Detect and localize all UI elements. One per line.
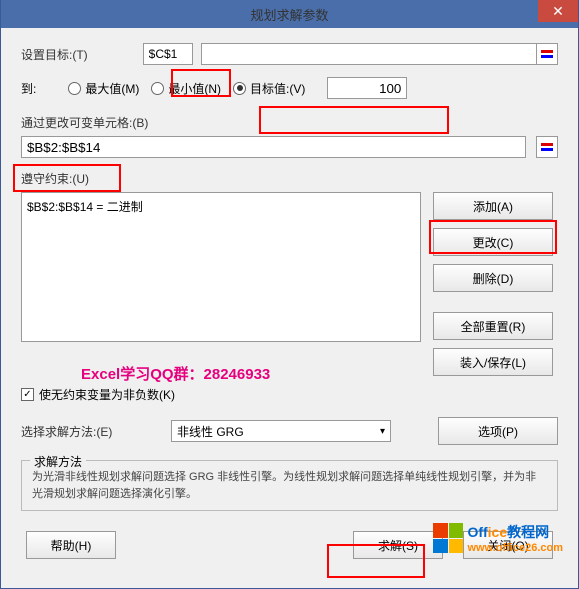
method-select[interactable]: 非线性 GRG ▾ <box>171 420 391 442</box>
set-target-wide-input[interactable] <box>201 43 546 65</box>
radio-min[interactable] <box>151 82 164 95</box>
radio-min-label: 最小值(N) <box>168 80 221 97</box>
office26-watermark: OffOffice教程网ice教程网 www.office26.com <box>433 522 563 554</box>
method-label: 选择求解方法:(E) <box>21 423 161 440</box>
target-value-input[interactable] <box>327 77 407 99</box>
method-description-text: 为光滑非线性规划求解问题选择 GRG 非线性引擎。为线性规划求解问题选择单纯线性… <box>32 469 547 502</box>
method-description-group: 求解方法 为光滑非线性规划求解问题选择 GRG 非线性引擎。为线性规划求解问题选… <box>21 460 558 511</box>
grid-ref-icon <box>541 143 553 151</box>
chevron-down-icon: ▾ <box>380 426 385 437</box>
close-icon: ✕ <box>552 3 564 20</box>
delete-button[interactable]: 删除(D) <box>433 264 553 292</box>
nonneg-checkbox[interactable]: ✓ <box>21 388 34 401</box>
radio-max-label: 最大值(M) <box>85 80 139 97</box>
change-var-input[interactable] <box>21 136 526 158</box>
constraint-item[interactable]: $B$2:$B$14 = 二进制 <box>27 198 415 215</box>
constraints-list[interactable]: $B$2:$B$14 = 二进制 <box>21 192 421 342</box>
radio-target-label: 目标值:(V) <box>250 80 305 97</box>
qq-watermark: Excel学习QQ群：28246933 <box>81 363 270 384</box>
close-button[interactable]: ✕ <box>538 0 578 22</box>
solve-button[interactable]: 求解(S) <box>353 531 443 559</box>
help-button[interactable]: 帮助(H) <box>26 531 116 559</box>
change-var-ref-button[interactable] <box>536 136 558 158</box>
change-var-label: 通过更改可变单元格:(B) <box>21 114 558 131</box>
constraints-label: 遵守约束:(U) <box>21 170 558 187</box>
method-description-title: 求解方法 <box>30 453 86 470</box>
titlebar: 规划求解参数 ✕ <box>1 0 578 28</box>
add-button[interactable]: 添加(A) <box>433 192 553 220</box>
reset-all-button[interactable]: 全部重置(R) <box>433 312 553 340</box>
options-button[interactable]: 选项(P) <box>438 417 558 445</box>
to-label: 到: <box>21 80 36 97</box>
radio-target[interactable] <box>233 82 246 95</box>
logo-url: www.office26.com <box>467 542 563 554</box>
logo-brand: OffOffice教程网ice教程网 <box>467 522 563 542</box>
radio-max[interactable] <box>68 82 81 95</box>
set-target-input[interactable] <box>143 43 193 65</box>
grid-ref-icon <box>541 50 553 58</box>
method-select-value: 非线性 GRG <box>177 423 244 440</box>
change-button[interactable]: 更改(C) <box>433 228 553 256</box>
window-title: 规划求解参数 <box>250 5 328 24</box>
load-save-button[interactable]: 装入/保存(L) <box>433 348 553 376</box>
set-target-label: 设置目标:(T) <box>21 46 88 63</box>
nonneg-label: 使无约束变量为非负数(K) <box>39 386 175 403</box>
set-target-ref-button[interactable] <box>536 43 558 65</box>
office-logo-icon <box>433 523 463 553</box>
